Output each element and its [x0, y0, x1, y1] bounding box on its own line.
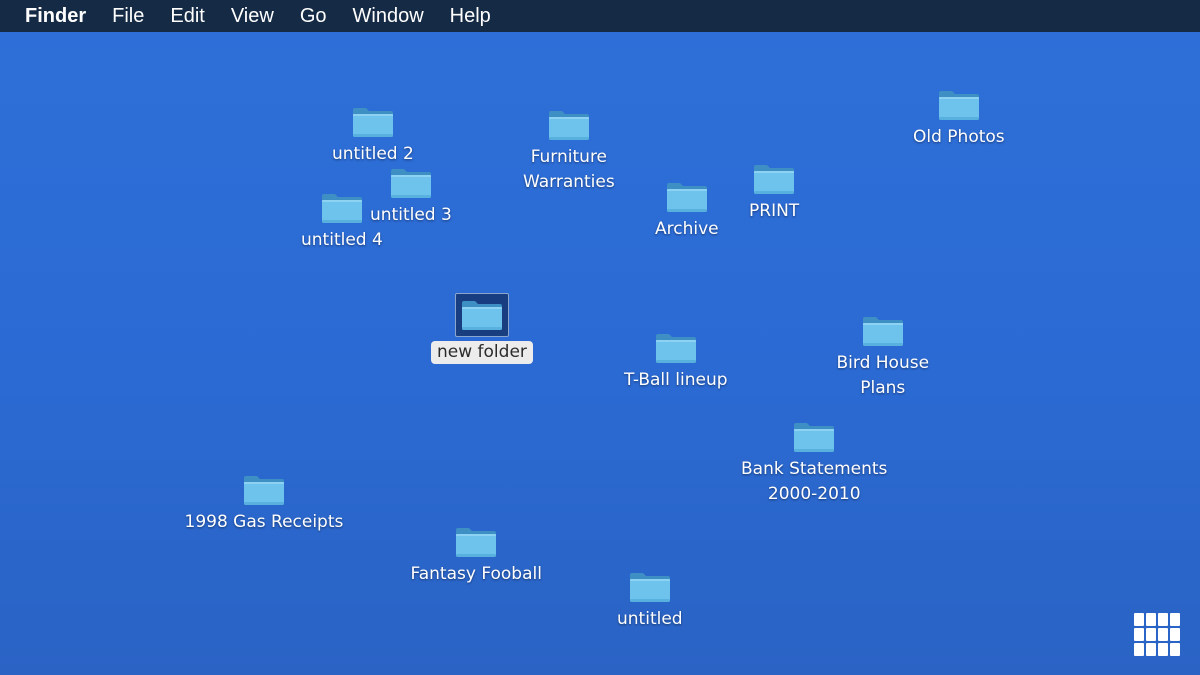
folder-icon[interactable] [654, 330, 698, 366]
folder-label[interactable]: Fantasy Fooball [411, 562, 542, 587]
desktop-folder[interactable]: Bank Statements 2000-2010 [741, 419, 887, 507]
folder-label[interactable]: 1998 Gas Receipts [185, 510, 344, 535]
desktop-folder[interactable]: Old Photos [913, 87, 1005, 150]
folder-icon[interactable] [937, 87, 981, 123]
folder-icon[interactable] [665, 179, 709, 215]
folder-icon[interactable] [351, 104, 395, 140]
folder-icon[interactable] [389, 165, 433, 201]
folder-icon[interactable] [861, 313, 905, 349]
desktop-folder[interactable]: untitled 2 [332, 104, 414, 167]
folder-label[interactable]: Old Photos [913, 125, 1005, 150]
folder-icon[interactable] [792, 419, 836, 455]
folder-label[interactable]: PRINT [749, 199, 799, 224]
folder-label[interactable]: Furniture Warranties [523, 145, 615, 195]
app-grid-icon[interactable] [1134, 611, 1180, 657]
folder-icon[interactable] [752, 161, 796, 197]
folder-icon[interactable] [454, 293, 509, 337]
menu-window[interactable]: Window [353, 0, 424, 32]
menu-help[interactable]: Help [450, 0, 491, 32]
folder-label[interactable]: untitled 4 [301, 228, 383, 253]
menu-file[interactable]: File [112, 0, 144, 32]
folder-label[interactable]: new folder [431, 341, 533, 364]
folder-icon[interactable] [628, 569, 672, 605]
folder-icon[interactable] [242, 472, 286, 508]
folder-label[interactable]: untitled 2 [332, 142, 414, 167]
folder-label[interactable]: T-Ball lineup [624, 368, 728, 393]
folder-label[interactable]: Bird House Plans [837, 351, 930, 401]
folder-label[interactable]: untitled [617, 607, 683, 632]
desktop-folder[interactable]: Bird House Plans [837, 313, 930, 401]
menu-edit[interactable]: Edit [170, 0, 204, 32]
desktop-folder[interactable]: PRINT [749, 161, 799, 224]
desktop-folder[interactable]: Archive [655, 179, 719, 242]
desktop-folder[interactable]: Fantasy Fooball [411, 524, 542, 587]
folder-icon[interactable] [547, 107, 591, 143]
desktop-folder[interactable]: T-Ball lineup [624, 330, 728, 393]
desktop-folder[interactable]: untitled [617, 569, 683, 632]
desktop-folder[interactable]: 1998 Gas Receipts [185, 472, 344, 535]
menu-go[interactable]: Go [300, 0, 327, 32]
folder-icon[interactable] [320, 190, 364, 226]
folder-label[interactable]: Bank Statements 2000-2010 [741, 457, 887, 507]
desktop-folder[interactable]: untitled 4 [301, 190, 383, 253]
menu-bar: Finder File Edit View Go Window Help [0, 0, 1200, 32]
desktop-folder[interactable]: new folder [431, 293, 533, 364]
menu-view[interactable]: View [231, 0, 274, 32]
folder-label[interactable]: Archive [655, 217, 719, 242]
folder-icon[interactable] [454, 524, 498, 560]
menu-finder[interactable]: Finder [25, 0, 86, 32]
desktop-folder[interactable]: Furniture Warranties [523, 107, 615, 195]
